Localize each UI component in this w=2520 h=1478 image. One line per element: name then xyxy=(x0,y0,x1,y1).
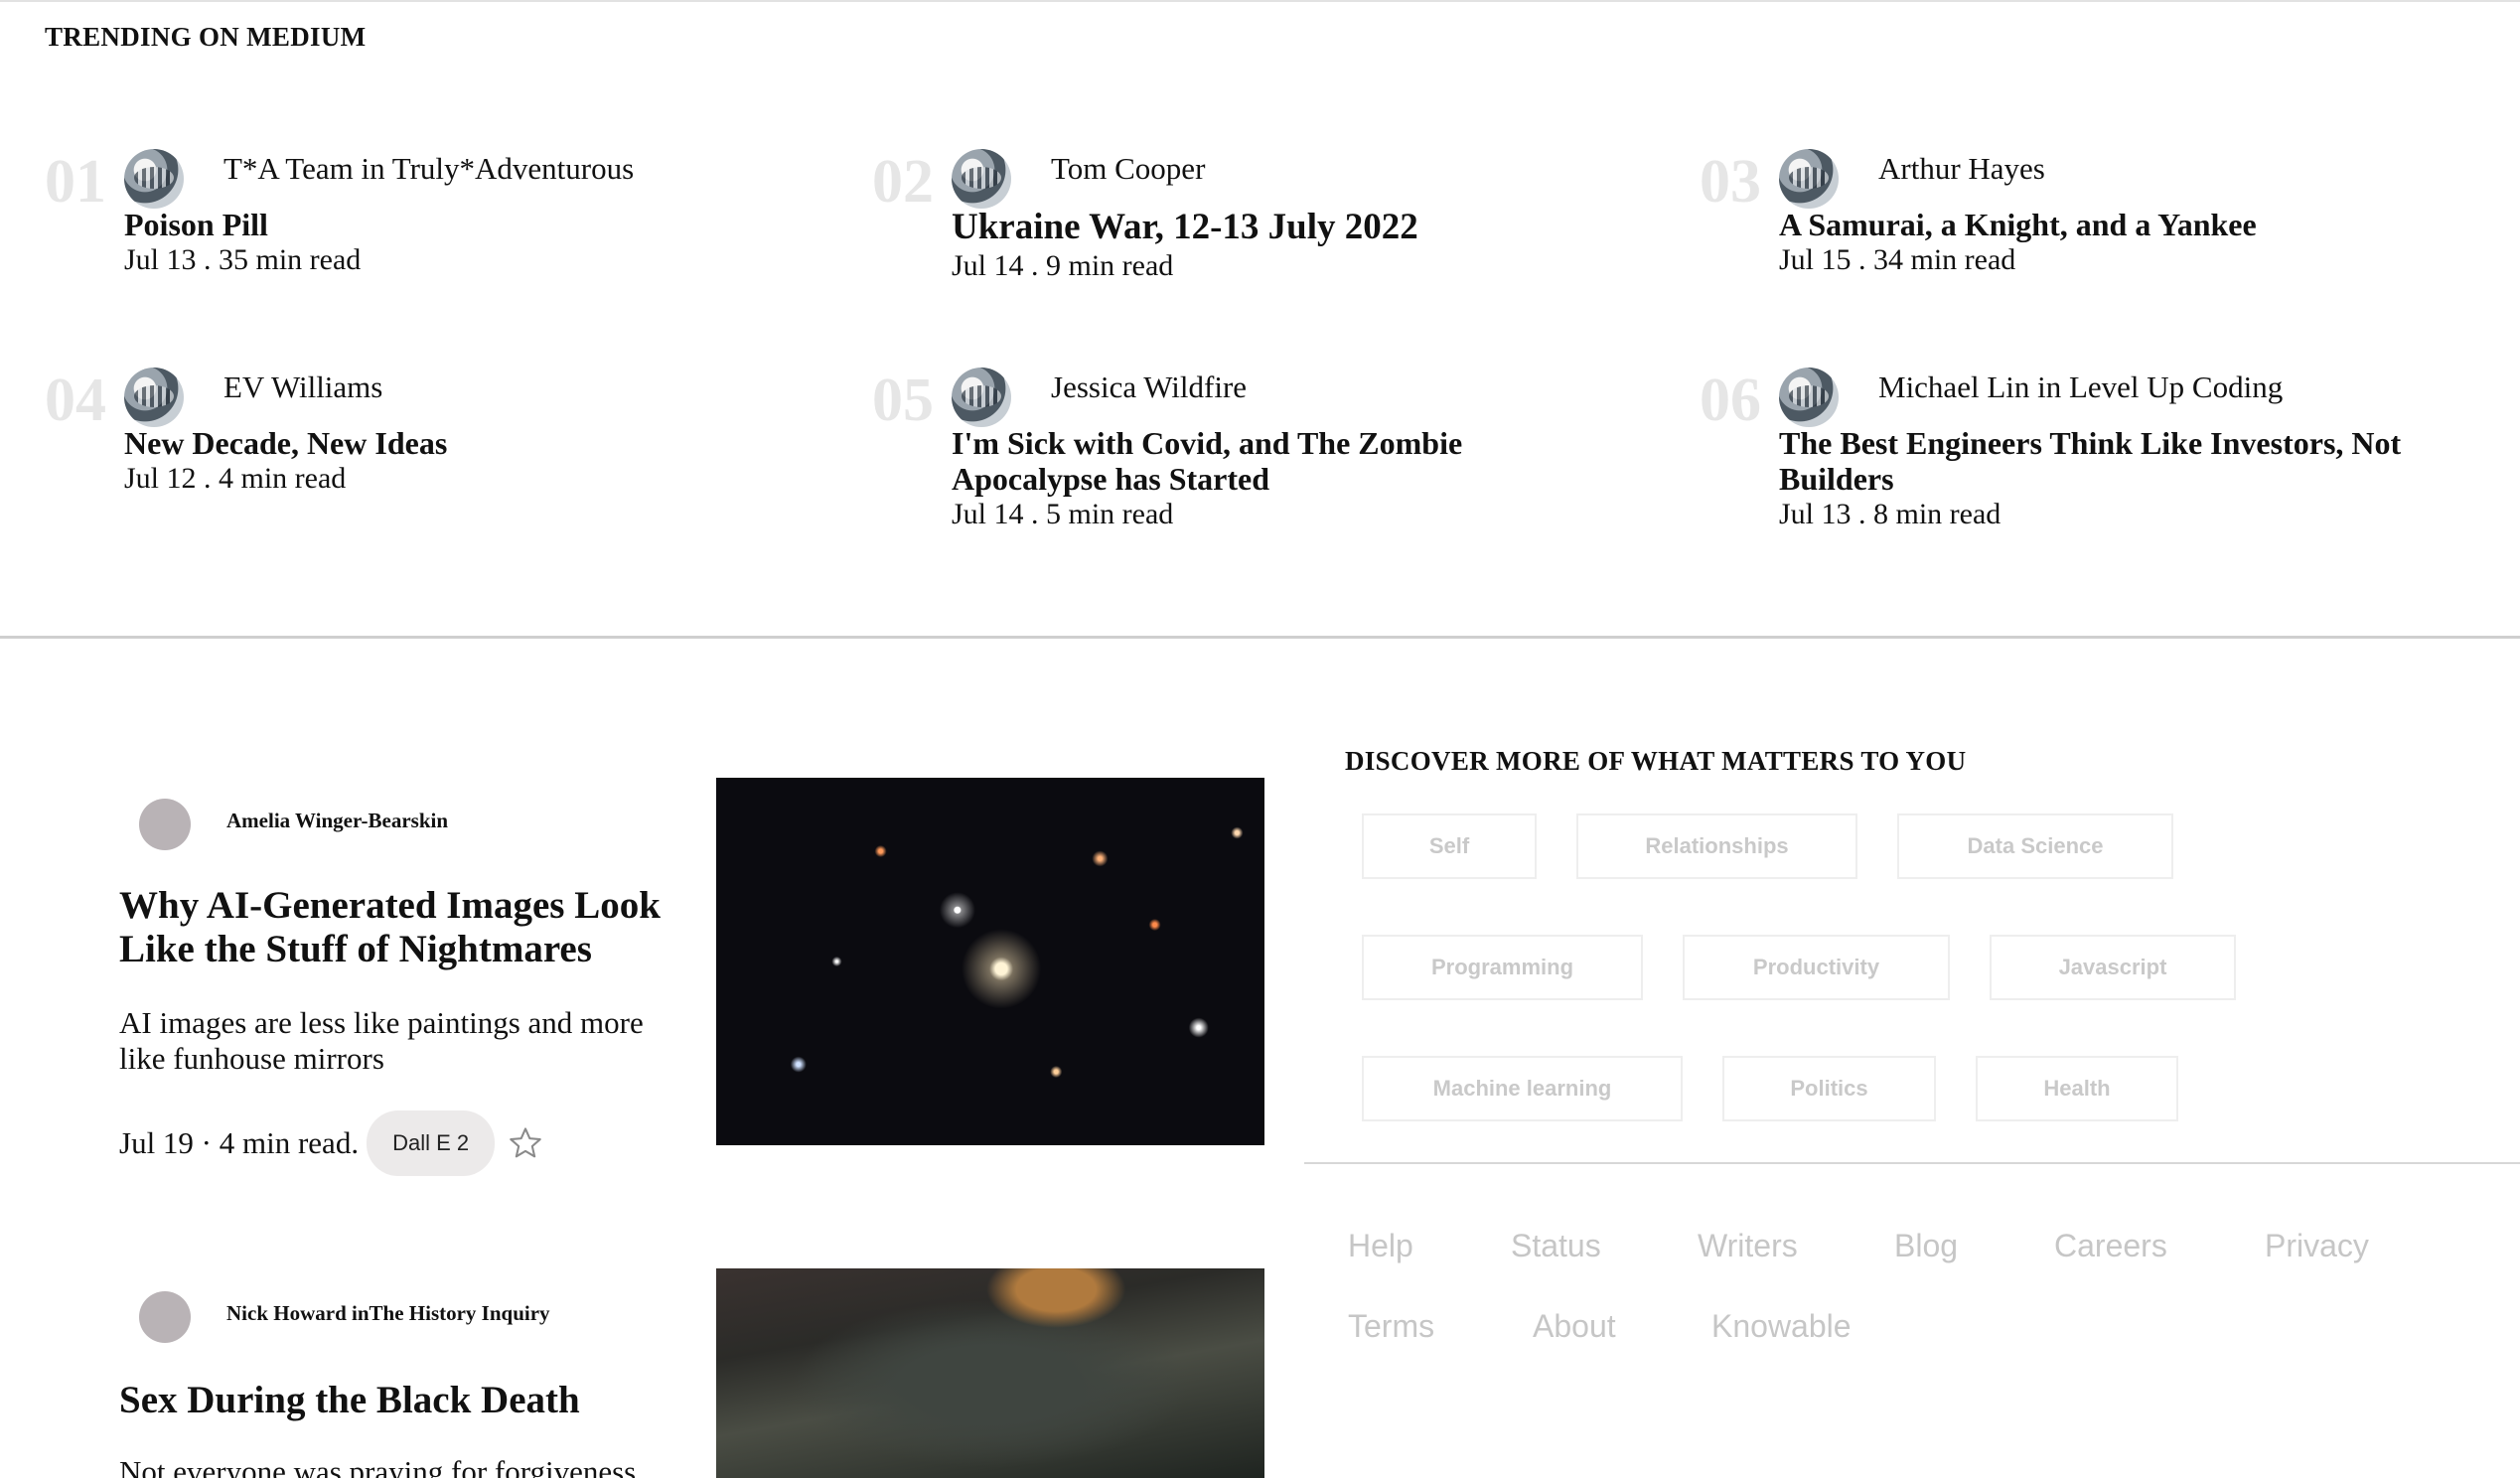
trending-title-block[interactable]: A Samurai, a Knight, and a Yankee Jul 15… xyxy=(1779,207,2474,278)
topic-health[interactable]: Health xyxy=(1976,1056,2178,1121)
post-title[interactable]: Why AI-Generated Images Look Like the St… xyxy=(119,884,675,971)
post-thumbnail[interactable] xyxy=(716,778,1264,1145)
author-avatar[interactable] xyxy=(124,368,184,427)
trending-author[interactable]: EV Williams xyxy=(223,370,382,405)
discover-divider xyxy=(1304,1162,2520,1164)
trending-rank: 01 xyxy=(45,148,106,216)
topic-programming[interactable]: Programming xyxy=(1362,935,1643,1000)
footer-link-writers[interactable]: Writers xyxy=(1698,1228,1798,1264)
trending-meta: Jul 15 . 34 min read xyxy=(1779,243,2016,276)
topic-relationships[interactable]: Relationships xyxy=(1576,813,1857,879)
post-subtitle[interactable]: AI images are less like paintings and mo… xyxy=(119,1005,695,1077)
footer-link-terms[interactable]: Terms xyxy=(1348,1308,1434,1345)
trending-title-block[interactable]: The Best Engineers Think Like Investors,… xyxy=(1779,425,2435,532)
trending-meta: Jul 13 . 35 min read xyxy=(124,243,362,276)
trending-author[interactable]: Jessica Wildfire xyxy=(1051,370,1247,405)
footer-link-careers[interactable]: Careers xyxy=(2054,1228,2167,1264)
trending-title[interactable]: Poison Pill xyxy=(124,207,819,242)
author-avatar[interactable] xyxy=(952,149,1011,209)
topic-productivity[interactable]: Productivity xyxy=(1683,935,1950,1000)
trending-rank: 03 xyxy=(1700,148,1761,216)
author-avatar[interactable] xyxy=(1779,149,1839,209)
footer-link-blog[interactable]: Blog xyxy=(1894,1228,1958,1264)
post-author[interactable]: Nick Howard inThe History Inquiry xyxy=(226,1301,550,1326)
topic-self[interactable]: Self xyxy=(1362,813,1537,879)
trending-title-block[interactable]: I'm Sick with Covid, and The Zombie Apoc… xyxy=(952,425,1508,532)
trending-title-block[interactable]: New Decade, New Ideas Jul 12 . 4 min rea… xyxy=(124,425,819,497)
trending-meta: Jul 14 . 5 min read xyxy=(952,498,1174,530)
tag-pill[interactable]: Dall E 2 xyxy=(367,1110,496,1176)
author-avatar[interactable] xyxy=(952,368,1011,427)
trending-heading: TRENDING ON MEDIUM xyxy=(45,22,367,52)
author-avatar[interactable] xyxy=(139,799,191,850)
post-meta-row: Jul 19 · 4 min read. Dall E 2 xyxy=(119,1110,544,1176)
footer-link-about[interactable]: About xyxy=(1533,1308,1616,1345)
section-divider xyxy=(0,636,2520,639)
author-avatar[interactable] xyxy=(124,149,184,209)
trending-author[interactable]: T*A Team in Truly*Adventurous xyxy=(223,151,634,187)
trending-title[interactable]: The Best Engineers Think Like Investors,… xyxy=(1779,425,2435,497)
trending-meta: Jul 12 . 4 min read xyxy=(124,462,347,495)
trending-title[interactable]: New Decade, New Ideas xyxy=(124,425,819,461)
post-thumbnail[interactable] xyxy=(716,1268,1264,1478)
trending-title[interactable]: Ukraine War, 12-13 July 2022 xyxy=(952,207,1647,248)
topic-data-science[interactable]: Data Science xyxy=(1897,813,2173,879)
discover-heading: DISCOVER MORE OF WHAT MATTERS TO YOU xyxy=(1345,746,1967,776)
topic-javascript[interactable]: Javascript xyxy=(1990,935,2236,1000)
trending-rank: 02 xyxy=(872,148,934,216)
trending-rank: 06 xyxy=(1700,367,1761,434)
trending-title[interactable]: A Samurai, a Knight, and a Yankee xyxy=(1779,207,2474,242)
trending-author[interactable]: Tom Cooper xyxy=(1051,151,1205,187)
post-meta: Jul 19 · 4 min read. xyxy=(119,1125,360,1160)
footer-link-privacy[interactable]: Privacy xyxy=(2265,1228,2369,1264)
trending-author[interactable]: Michael Lin in Level Up Coding xyxy=(1878,370,2283,405)
trending-title[interactable]: I'm Sick with Covid, and The Zombie Apoc… xyxy=(952,425,1508,497)
star-icon[interactable] xyxy=(507,1124,544,1162)
author-avatar[interactable] xyxy=(1779,368,1839,427)
post-title[interactable]: Sex During the Black Death xyxy=(119,1379,675,1422)
trending-rank: 05 xyxy=(872,367,934,434)
trending-rank: 04 xyxy=(45,367,106,434)
footer-link-status[interactable]: Status xyxy=(1511,1228,1601,1264)
post-subtitle[interactable]: Not everyone was praying for forgiveness xyxy=(119,1454,695,1478)
trending-title-block[interactable]: Ukraine War, 12-13 July 2022 Jul 14 . 9 … xyxy=(952,207,1647,284)
post-author[interactable]: Amelia Winger-Bearskin xyxy=(226,809,448,833)
footer-link-knowable[interactable]: Knowable xyxy=(1711,1308,1852,1345)
topic-politics[interactable]: Politics xyxy=(1722,1056,1936,1121)
trending-author[interactable]: Arthur Hayes xyxy=(1878,151,2045,187)
topic-machine-learning[interactable]: Machine learning xyxy=(1362,1056,1683,1121)
top-divider xyxy=(0,0,2520,2)
author-avatar[interactable] xyxy=(139,1291,191,1343)
trending-title-block[interactable]: Poison Pill Jul 13 . 35 min read xyxy=(124,207,819,278)
trending-meta: Jul 14 . 9 min read xyxy=(952,249,1174,282)
trending-meta: Jul 13 . 8 min read xyxy=(1779,498,2001,530)
footer-link-help[interactable]: Help xyxy=(1348,1228,1413,1264)
